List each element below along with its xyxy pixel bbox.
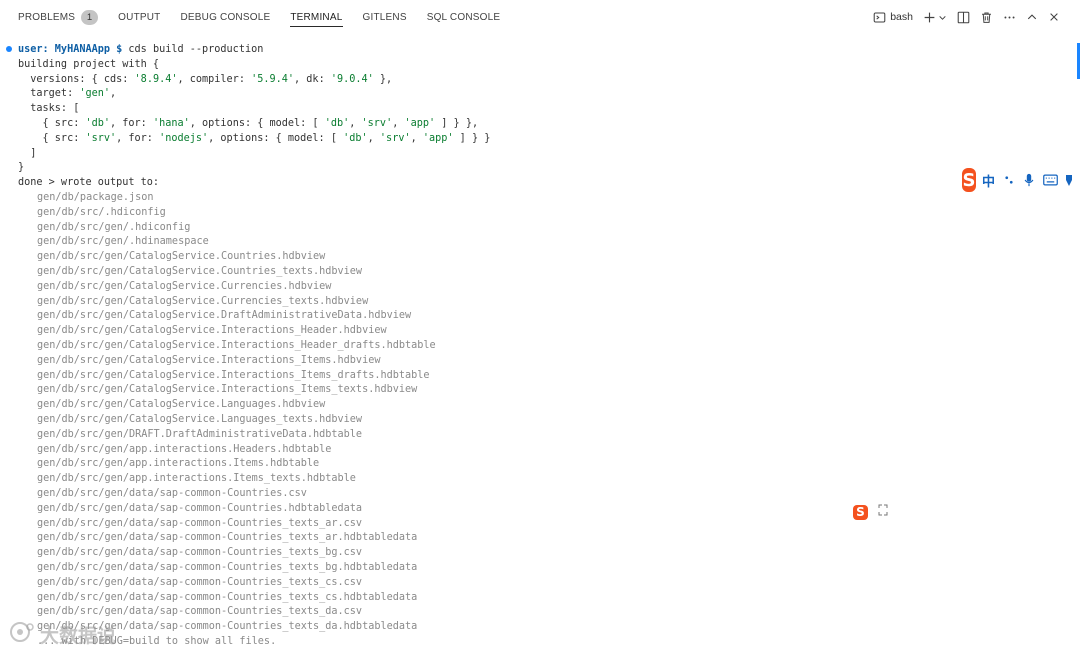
watermark: 大数据说 — [8, 620, 116, 649]
chevron-down-icon[interactable] — [938, 13, 947, 22]
output-file-line: gen/db/src/gen/CatalogService.Interactio… — [37, 340, 436, 351]
output-file-line: gen/db/src/gen/CatalogService.Interactio… — [37, 384, 418, 396]
output-file-line: gen/db/src/gen/data/sap-common-Countries… — [37, 576, 363, 588]
output-file-line: gen/db/src/gen/CatalogService.Interactio… — [37, 369, 430, 381]
output-file-line: gen/db/src/gen/CatalogService.Countries_… — [37, 266, 363, 277]
screenshot-icon[interactable] — [878, 503, 888, 521]
ime-floating-widget: S — [853, 503, 888, 521]
panel-tabs: PROBLEMS 1 OUTPUT DEBUG CONSOLE TERMINAL… — [0, 0, 520, 34]
problems-count-badge: 1 — [81, 9, 99, 25]
terminal-icon — [873, 11, 886, 24]
ime-logo-icon[interactable]: S — [853, 504, 868, 520]
output-line: target: 'gen', — [18, 88, 117, 100]
output-file-line: gen/db/src/gen/.hdiconfig — [37, 221, 191, 233]
ellipsis-icon — [1003, 11, 1016, 24]
terminal-shell-selector[interactable]: bash — [873, 11, 913, 24]
tab-label: SQL CONSOLE — [426, 11, 501, 23]
more-actions-button[interactable] — [1003, 11, 1016, 24]
watermark-text: 大数据说 — [40, 625, 117, 647]
trash-icon — [980, 11, 993, 24]
output-line: versions: { cds: '8.9.4', compiler: '5.9… — [18, 73, 393, 85]
tab-label: DEBUG CONSOLE — [180, 11, 271, 23]
output-file-line: gen/db/src/gen/DRAFT.DraftAdministrative… — [37, 428, 363, 440]
output-line: done > wrote output to: — [18, 177, 160, 189]
prompt: user: MyHANAApp $ — [18, 44, 123, 55]
new-terminal-button[interactable] — [923, 11, 947, 24]
tab-terminal[interactable]: TERMINAL — [290, 0, 343, 34]
keyboard-icon[interactable] — [1043, 174, 1058, 186]
output-line: building project with { — [18, 58, 160, 70]
output-file-line: gen/db/src/gen/CatalogService.Languages_… — [37, 414, 363, 425]
output-line: { src: 'srv', for: 'nodejs', options: { … — [18, 132, 491, 144]
tab-label: PROBLEMS — [18, 11, 76, 23]
maximize-panel-button[interactable] — [1026, 11, 1038, 23]
plus-icon — [923, 11, 936, 24]
output-line: ] — [18, 147, 37, 159]
close-panel-button[interactable] — [1048, 11, 1060, 23]
command-line: user: MyHANAApp $ cds build --production — [18, 43, 263, 58]
output-file-line: gen/db/src/gen/app.interactions.Items_te… — [37, 473, 356, 485]
shell-label: bash — [890, 11, 913, 23]
panel-header: PROBLEMS 1 OUTPUT DEBUG CONSOLE TERMINAL… — [0, 0, 1080, 34]
tab-debug-console[interactable]: DEBUG CONSOLE — [180, 0, 270, 34]
output-file-line: gen/db/src/gen/CatalogService.Currencies… — [37, 295, 369, 307]
output-file-line: gen/db/src/gen/data/sap-common-Countries… — [37, 606, 363, 618]
tab-gitlens[interactable]: GITLENS — [363, 0, 407, 34]
output-file-line: gen/db/src/gen/data/sap-common-Countries… — [37, 488, 307, 499]
skin-icon[interactable] — [1066, 173, 1072, 187]
ime-logo-icon[interactable]: S — [962, 168, 976, 192]
tab-sql-console[interactable]: SQL CONSOLE — [427, 0, 501, 34]
output-file-line: gen/db/src/gen/.hdinamespace — [37, 236, 209, 248]
output-file-line: gen/db/src/gen/data/sap-common-Countries… — [37, 517, 363, 529]
output-line: { src: 'db', for: 'hana', options: { mod… — [18, 118, 479, 129]
output-file-line: gen/db/src/.hdiconfig — [37, 206, 166, 218]
ime-mode-toggle[interactable]: 中 — [982, 171, 995, 190]
close-icon — [1048, 11, 1060, 23]
tab-label: OUTPUT — [118, 11, 161, 23]
tab-problems[interactable]: PROBLEMS 1 — [18, 0, 99, 34]
split-terminal-button[interactable] — [957, 11, 970, 24]
microphone-icon[interactable] — [1023, 173, 1035, 187]
output-file-line: gen/db/src/gen/data/sap-common-Countries… — [37, 502, 363, 514]
tab-label: GITLENS — [362, 11, 407, 23]
tab-label: TERMINAL — [290, 11, 343, 23]
split-icon — [957, 11, 970, 24]
output-file-line: gen/db/package.json — [37, 192, 154, 203]
command-decoration-icon[interactable] — [6, 46, 12, 52]
output-line: tasks: [ — [18, 103, 80, 115]
kill-terminal-button[interactable] — [980, 11, 993, 24]
panel-actions: bash — [873, 0, 1060, 34]
output-file-line: gen/db/src/gen/data/sap-common-Countries… — [37, 532, 418, 544]
output-file-line: gen/db/src/gen/CatalogService.Languages.… — [37, 399, 326, 411]
output-line: } — [18, 162, 25, 174]
chevron-up-icon — [1026, 11, 1038, 23]
output-file-line: gen/db/src/gen/CatalogService.Interactio… — [37, 354, 381, 366]
command-text: cds build --production — [122, 44, 264, 55]
ime-toolbar: S 中 — [962, 167, 1080, 193]
watermark-logo-icon — [8, 620, 36, 649]
tab-output[interactable]: OUTPUT — [118, 0, 160, 34]
output-file-line: gen/db/src/gen/data/sap-common-Countries… — [37, 547, 363, 559]
output-file-line: gen/db/src/gen/CatalogService.DraftAdmin… — [37, 310, 412, 322]
output-file-line: gen/db/src/gen/app.interactions.Items.hd… — [37, 458, 320, 470]
output-file-line: gen/db/src/gen/data/sap-common-Countries… — [37, 591, 418, 603]
output-file-line: gen/db/src/gen/CatalogService.Countries.… — [37, 251, 326, 263]
output-file-line: gen/db/src/gen/data/sap-common-Countries… — [37, 562, 418, 573]
output-file-line: gen/db/src/gen/CatalogService.Interactio… — [37, 325, 387, 337]
punctuation-icon[interactable] — [1003, 174, 1015, 186]
output-file-line: gen/db/src/gen/CatalogService.Currencies… — [37, 280, 332, 292]
terminal-output[interactable]: user: MyHANAApp $ cds build --production… — [0, 41, 1080, 658]
output-file-line: gen/db/src/gen/app.interactions.Headers.… — [37, 443, 332, 455]
